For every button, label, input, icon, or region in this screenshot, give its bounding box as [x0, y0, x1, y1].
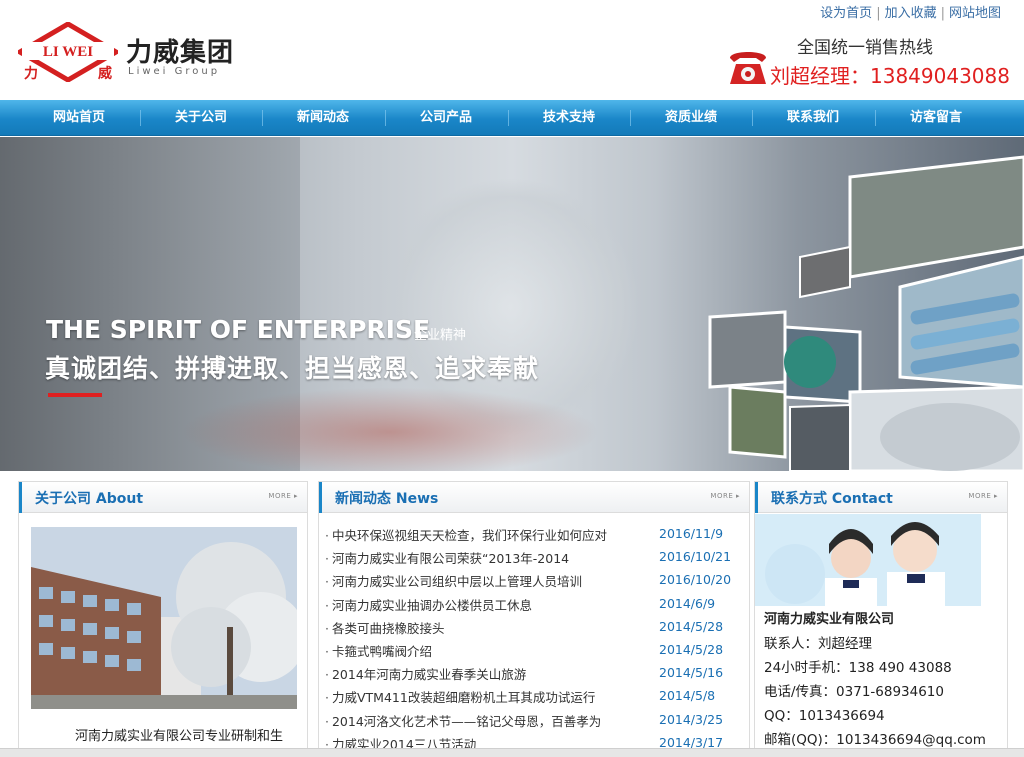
hotline-title: 全国统一销售热线 — [797, 38, 933, 58]
brand-title: 力威集团 — [126, 38, 235, 68]
news-date: 2014/5/8 — [659, 688, 716, 704]
page: 设为首页 | 加入收藏 | 网站地图 LI WEI 力 威 力威集团 Liwei Gro… — [0, 0, 1024, 757]
company-building-image — [31, 527, 297, 709]
panel-header: 联系方式 Contact MORE ▸ — [755, 482, 1007, 513]
contact-more-link[interactable]: MORE ▸ — [968, 492, 998, 500]
top-links: 设为首页 | 加入收藏 | 网站地图 — [820, 6, 1001, 21]
hero-banner[interactable]: THE SPIRIT OF ENTERPRISE 企业精神 真诚团结、拼搏进取、… — [0, 137, 1024, 471]
add-favorite-link[interactable]: 加入收藏 — [885, 6, 937, 21]
news-item[interactable]: · 河南力威实业抽调办公楼供员工休息 2014/6/9 — [325, 592, 743, 615]
contact-person: 联系人：刘超经理 — [764, 636, 872, 652]
brand-subtitle: Liwei Group — [128, 66, 221, 77]
news-date: 2014/5/28 — [659, 641, 724, 657]
news-date: 2016/10/20 — [659, 572, 732, 588]
about-panel: 关于公司 About MORE ▸ 河南力威实业有限公司专业研制和生 — [18, 481, 308, 757]
news-item[interactable]: · 2014河洛文化艺术节——铭记父母恩，百善孝为 2014/3/25 — [325, 708, 743, 731]
news-list: · 中央环保巡视组天天检查，我们环保行业如何应对 2016/11/9 · 河南力威实业… — [325, 522, 743, 754]
news-item[interactable]: · 河南力威实业有限公司荣获“2013年-2014 2016/10/21 — [325, 545, 743, 568]
sitemap-link[interactable]: 网站地图 — [949, 6, 1001, 21]
contact-panel: 联系方式 Contact MORE ▸ 河南力威实业有限公司 联系人：刘超经理 … — [754, 481, 1008, 757]
svg-text:威: 威 — [98, 65, 112, 82]
banner-accent-bar — [48, 393, 102, 397]
banner-heading-cn: 企业精神 — [414, 328, 467, 343]
news-panel: 新闻动态 News MORE ▸ · 中央环保巡视组天天检查，我们环保行业如何应对… — [318, 481, 750, 757]
nav-qualifications[interactable]: 资质业绩 — [630, 100, 752, 136]
banner-slogan: 真诚团结、拼搏进取、担当感恩、追求奉献 — [45, 354, 540, 383]
news-date: 2016/11/9 — [659, 526, 724, 541]
contact-phone-fax: 电话/传真：0371-68934610 — [764, 684, 944, 700]
svg-text:LI WEI: LI WEI — [43, 44, 93, 60]
news-item[interactable]: · 2014年河南力威实业春季关山旅游 2014/5/16 — [325, 661, 743, 684]
about-more-link[interactable]: MORE ▸ — [268, 492, 298, 500]
panel-accent — [19, 482, 22, 513]
telephone-icon — [730, 52, 766, 84]
news-item[interactable]: · 各类可曲挠橡胶接头 2014/5/28 — [325, 615, 743, 638]
logo-icon[interactable]: LI WEI 力 威 — [18, 22, 118, 82]
news-item[interactable]: · 河南力威实业公司组织中层以上管理人员培训 2016/10/20 — [325, 568, 743, 591]
nav-products[interactable]: 公司产品 — [385, 100, 507, 136]
about-summary: 河南力威实业有限公司专业研制和生 — [75, 729, 284, 744]
customer-service-image — [755, 514, 981, 606]
svg-text:力: 力 — [24, 65, 38, 82]
news-date: 2014/6/9 — [659, 595, 716, 611]
contact-title: 联系方式 Contact — [771, 491, 893, 507]
set-homepage-link[interactable]: 设为首页 — [820, 6, 872, 21]
panel-header: 关于公司 About MORE ▸ — [19, 482, 307, 513]
panel-header: 新闻动态 News MORE ▸ — [319, 482, 749, 513]
panel-accent — [755, 482, 758, 513]
nav-support[interactable]: 技术支持 — [508, 100, 630, 136]
news-title: 新闻动态 News — [335, 491, 439, 507]
news-date: 2016/10/21 — [659, 549, 732, 565]
banner-background — [180, 387, 600, 471]
news-date: 2014/5/16 — [659, 665, 724, 681]
news-item[interactable]: · 卡箍式鸭嘴阀介绍 2014/5/28 — [325, 638, 743, 661]
about-title: 关于公司 About — [35, 491, 144, 507]
news-item[interactable]: · 力威VTM411改装超细磨粉机土耳其成功试运行 2014/5/8 — [325, 684, 743, 707]
contact-details: 河南力威实业有限公司 联系人：刘超经理 24小时手机：138 490 43088… — [764, 608, 986, 752]
panel-accent — [319, 482, 322, 513]
nav-contact[interactable]: 联系我们 — [752, 100, 874, 136]
contact-company: 河南力威实业有限公司 — [764, 612, 895, 627]
banner-heading: THE SPIRIT OF ENTERPRISE — [46, 315, 431, 344]
nav-home[interactable]: 网站首页 — [18, 100, 140, 136]
header: 设为首页 | 加入收藏 | 网站地图 LI WEI 力 威 力威集团 Liwei Gro… — [0, 0, 1024, 100]
horizontal-scrollbar[interactable] — [0, 748, 1024, 757]
product-collage-image — [708, 155, 1024, 471]
contact-mobile: 24小时手机：138 490 43088 — [764, 660, 952, 676]
main-nav: 网站首页 关于公司 新闻动态 公司产品 技术支持 资质业绩 联系我们 访客留言 — [0, 100, 1024, 136]
news-more-link[interactable]: MORE ▸ — [710, 492, 740, 500]
hotline-contact: 刘超经理：13849043088 — [770, 64, 1010, 88]
news-date: 2014/3/25 — [659, 711, 724, 727]
news-item[interactable]: · 中央环保巡视组天天检查，我们环保行业如何应对 2016/11/9 — [325, 522, 743, 545]
contact-qq: QQ：1013436694 — [764, 708, 885, 724]
news-date: 2014/5/28 — [659, 618, 724, 634]
nav-news[interactable]: 新闻动态 — [262, 100, 384, 136]
nav-about[interactable]: 关于公司 — [140, 100, 262, 136]
nav-guestbook[interactable]: 访客留言 — [875, 100, 997, 136]
